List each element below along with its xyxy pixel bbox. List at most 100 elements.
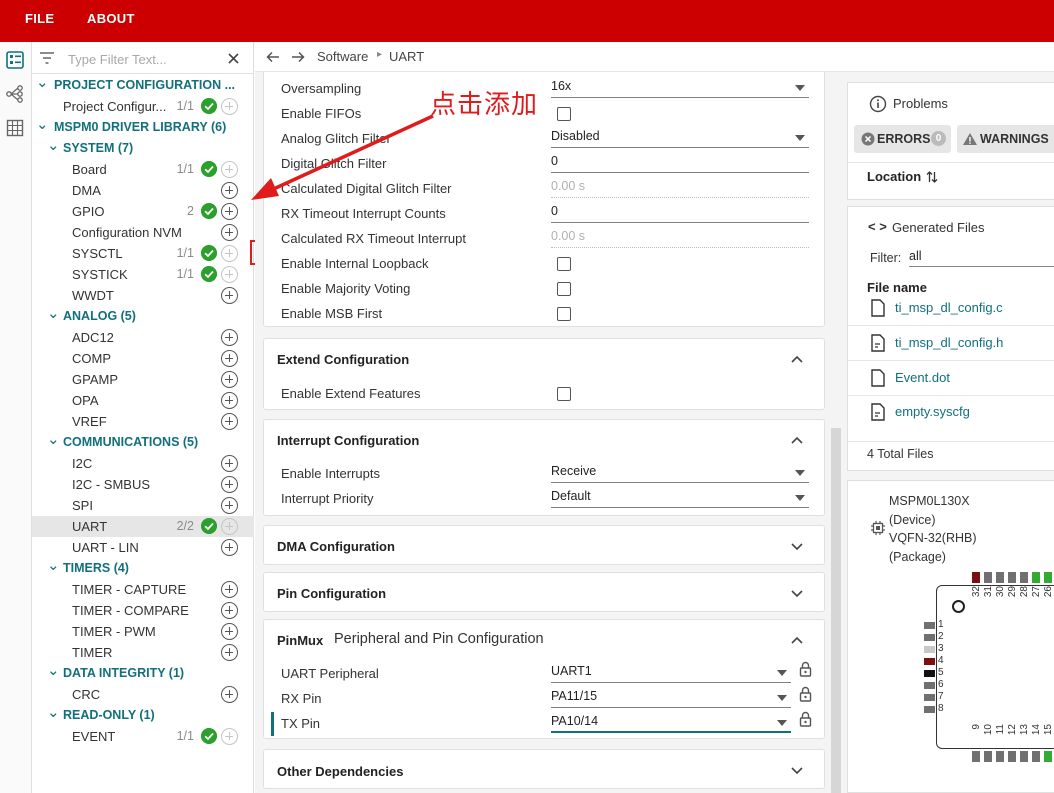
file-menu[interactable]: FILE — [25, 11, 54, 26]
field-select[interactable]: Disabled — [551, 129, 809, 148]
chip-pin[interactable] — [1044, 572, 1052, 583]
chevron-down-icon[interactable]: ⌄ — [47, 430, 60, 448]
tree-item-15[interactable]: OPA — [32, 390, 254, 411]
generated-file-link[interactable]: ti_msp_dl_config.c — [895, 300, 1003, 315]
add-plus-icon[interactable] — [221, 224, 238, 241]
add-plus-icon[interactable] — [221, 203, 238, 220]
tree-item-8[interactable]: SYSCTL 1/1 — [32, 243, 254, 264]
add-plus-icon[interactable] — [221, 539, 238, 556]
tree-section-3[interactable]: ⌄ SYSTEM (7) — [32, 136, 254, 159]
add-plus-icon[interactable] — [221, 182, 238, 199]
chip-pin[interactable] — [972, 572, 980, 583]
tree-section-0[interactable]: ⌄ PROJECT CONFIGURATION ... — [32, 73, 254, 96]
field-select[interactable]: 16x — [551, 79, 809, 98]
add-plus-icon[interactable] — [221, 602, 238, 619]
chevron-down-icon[interactable] — [790, 588, 804, 598]
uart-peripheral-select[interactable]: UART1 — [551, 664, 791, 683]
lock-icon[interactable] — [799, 711, 812, 727]
tree-item-12[interactable]: ADC12 — [32, 327, 254, 348]
chip-pin[interactable] — [1008, 751, 1016, 762]
rx-pin-select[interactable]: PA11/15 — [551, 689, 791, 708]
tree-item-20[interactable]: SPI — [32, 495, 254, 516]
chevron-down-icon[interactable] — [790, 541, 804, 551]
chip-pin[interactable] — [1044, 751, 1052, 762]
chip-pin[interactable] — [924, 658, 935, 665]
add-plus-icon[interactable] — [221, 623, 238, 640]
filter-input[interactable] — [68, 50, 218, 68]
add-plus-icon[interactable] — [221, 98, 238, 115]
clear-filter-icon[interactable] — [228, 53, 239, 64]
lock-icon[interactable] — [799, 686, 812, 702]
chip-pin[interactable] — [924, 682, 935, 689]
tree-item-31[interactable]: EVENT 1/1 — [32, 726, 254, 747]
chip-pin[interactable] — [984, 572, 992, 583]
sort-icon[interactable] — [926, 170, 938, 184]
chip-pin[interactable] — [996, 751, 1004, 762]
chevron-up-icon[interactable] — [790, 635, 804, 645]
field-input[interactable]: 0 — [551, 154, 809, 173]
tree-item-27[interactable]: TIMER — [32, 642, 254, 663]
tree-item-4[interactable]: Board 1/1 — [32, 159, 254, 180]
add-plus-icon[interactable] — [221, 392, 238, 409]
file-name-column-header[interactable]: File name — [867, 280, 927, 295]
tree-item-29[interactable]: CRC — [32, 684, 254, 705]
chip-pin[interactable] — [1020, 751, 1028, 762]
tree-section-11[interactable]: ⌄ ANALOG (5) — [32, 304, 254, 327]
chip-pin[interactable] — [924, 634, 935, 641]
tree-item-9[interactable]: SYSTICK 1/1 — [32, 264, 254, 285]
chevron-down-icon[interactable]: ⌄ — [47, 304, 60, 322]
add-plus-icon[interactable] — [221, 518, 238, 535]
file-filter-select[interactable]: all — [909, 249, 1054, 267]
add-plus-icon[interactable] — [221, 476, 238, 493]
generated-file-link[interactable]: ti_msp_dl_config.h — [895, 335, 1003, 350]
generated-file-link[interactable]: Event.dot — [895, 370, 950, 385]
add-plus-icon[interactable] — [221, 455, 238, 472]
add-plus-icon[interactable] — [221, 728, 238, 745]
chip-pin[interactable] — [924, 706, 935, 713]
tree-item-7[interactable]: Configuration NVM — [32, 222, 254, 243]
tree-item-13[interactable]: COMP — [32, 348, 254, 369]
tree-item-1[interactable]: Project Configur... 1/1 — [32, 96, 254, 117]
chevron-down-icon[interactable]: ⌄ — [36, 115, 49, 133]
add-plus-icon[interactable] — [221, 329, 238, 346]
chevron-down-icon[interactable]: ⌄ — [47, 703, 60, 721]
add-plus-icon[interactable] — [221, 497, 238, 514]
field-input[interactable]: 0 — [551, 204, 809, 223]
tree-item-14[interactable]: GPAMP — [32, 369, 254, 390]
add-plus-icon[interactable] — [221, 350, 238, 367]
tree-item-5[interactable]: DMA — [32, 180, 254, 201]
chip-pin[interactable] — [1032, 572, 1040, 583]
chevron-down-icon[interactable]: ⌄ — [36, 73, 49, 91]
field-checkbox[interactable] — [557, 307, 571, 321]
add-plus-icon[interactable] — [221, 644, 238, 661]
tree-item-18[interactable]: I2C — [32, 453, 254, 474]
tree-item-26[interactable]: TIMER - PWM — [32, 621, 254, 642]
add-plus-icon[interactable] — [221, 161, 238, 178]
chevron-down-icon[interactable]: ⌄ — [47, 136, 60, 154]
memory-view-icon[interactable] — [5, 118, 25, 138]
tree-section-30[interactable]: ⌄ READ-ONLY (1) — [32, 703, 254, 726]
add-plus-icon[interactable] — [221, 581, 238, 598]
lock-icon[interactable] — [799, 661, 812, 677]
forward-arrow-icon[interactable] — [291, 51, 305, 63]
tree-section-17[interactable]: ⌄ COMMUNICATIONS (5) — [32, 430, 254, 453]
tx-pin-select[interactable]: PA10/14 — [551, 714, 791, 733]
field-checkbox[interactable] — [557, 257, 571, 271]
field-checkbox[interactable] — [557, 282, 571, 296]
add-plus-icon[interactable] — [221, 287, 238, 304]
chip-pin[interactable] — [924, 622, 935, 629]
generated-file-link[interactable]: empty.syscfg — [895, 404, 970, 419]
chip-pin[interactable] — [984, 751, 992, 762]
chevron-up-icon[interactable] — [790, 354, 804, 364]
warnings-filter-button[interactable]: WARNINGS — [957, 125, 1054, 153]
add-plus-icon[interactable] — [221, 413, 238, 430]
tree-section-2[interactable]: ⌄ MSPM0 DRIVER LIBRARY (6) — [32, 115, 254, 138]
config-scrollbar[interactable] — [831, 428, 841, 793]
tree-item-16[interactable]: VREF — [32, 411, 254, 432]
list-view-icon[interactable] — [5, 50, 25, 70]
tree-section-28[interactable]: ⌄ DATA INTEGRITY (1) — [32, 662, 254, 684]
back-arrow-icon[interactable] — [266, 51, 280, 63]
tree-item-21[interactable]: UART 2/2 — [32, 516, 254, 537]
enable-interrupts-select[interactable]: Receive — [551, 464, 809, 483]
other-dependencies-card[interactable]: Other Dependencies — [263, 749, 825, 789]
